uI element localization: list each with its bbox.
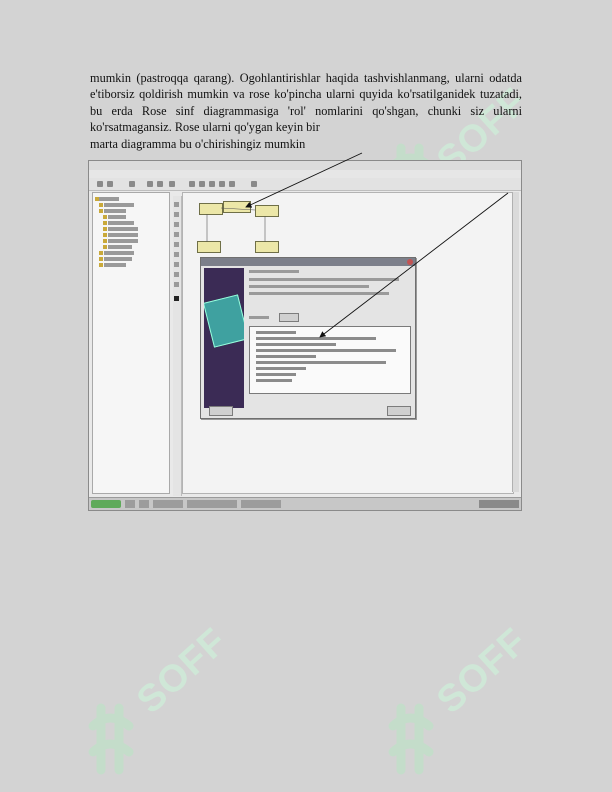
folder-icon — [103, 245, 107, 249]
dialog-small-button — [279, 313, 299, 322]
log-row — [256, 343, 336, 346]
dialog-finish-button — [387, 406, 411, 416]
log-row — [256, 379, 292, 382]
tool-icon — [174, 272, 179, 277]
body-paragraph: mumkin (pastroqqa qarang). Ogohlantirish… — [90, 70, 522, 152]
toolbar-button-icon — [169, 181, 175, 187]
folder-icon — [103, 221, 107, 225]
toolbar-button-icon — [209, 181, 215, 187]
folder-icon — [99, 203, 103, 207]
tree-row — [104, 251, 134, 255]
toolbar-button-icon — [147, 181, 153, 187]
tool-icon — [174, 282, 179, 287]
windows-taskbar — [89, 497, 521, 510]
toolbar-button-icon — [97, 181, 103, 187]
diagram-toolbox — [173, 196, 182, 496]
dialog-text-line — [249, 316, 269, 319]
tool-icon — [174, 232, 179, 237]
log-row — [256, 337, 376, 340]
log-row — [256, 349, 396, 352]
folder-icon — [103, 233, 107, 237]
dialog-log-list — [249, 326, 411, 394]
tool-icon — [174, 222, 179, 227]
tree-row — [104, 257, 132, 261]
dialog-text-line — [249, 285, 369, 288]
folder-icon — [99, 257, 103, 261]
folder-icon — [99, 263, 103, 267]
tool-icon — [174, 242, 179, 247]
toolbar-button-icon — [251, 181, 257, 187]
dialog-back-button — [209, 406, 233, 416]
tree-row — [104, 209, 126, 213]
tree-row — [108, 233, 138, 237]
tree-row — [108, 221, 134, 225]
log-row — [256, 331, 296, 334]
tree-row — [108, 227, 138, 231]
log-row — [256, 367, 306, 370]
app-toolbar — [89, 178, 521, 191]
taskbar-item — [153, 500, 183, 508]
association-lines — [206, 207, 266, 242]
close-icon — [407, 259, 413, 265]
tree-row — [108, 239, 138, 243]
toolbar-button-icon — [129, 181, 135, 187]
watermark-text: SOFF — [129, 620, 236, 722]
dialog-text-line — [249, 292, 389, 295]
toolbar-button-icon — [219, 181, 225, 187]
folder-icon — [99, 209, 103, 213]
log-row — [256, 373, 296, 376]
folder-icon — [103, 227, 107, 231]
system-tray — [479, 500, 519, 508]
toolbar-button-icon — [199, 181, 205, 187]
tree-row — [108, 245, 132, 249]
tool-icon — [174, 212, 179, 217]
taskbar-item — [241, 500, 281, 508]
tool-icon — [174, 202, 179, 207]
folder-icon — [103, 215, 107, 219]
document-page: SOFF SOFF SOFF SOFF SOFF mumkin (pastroq… — [0, 0, 612, 792]
log-row — [256, 361, 386, 364]
paragraph-line: mumkin (pastroqqa qarang). Ogohlantirish… — [90, 71, 456, 85]
dialog-text-line — [249, 270, 299, 273]
folder-icon — [99, 251, 103, 255]
log-row — [256, 355, 316, 358]
toolbar-button-icon — [157, 181, 163, 187]
dialog-text-line — [249, 278, 399, 281]
tree-row — [99, 197, 119, 201]
toolbar-button-icon — [229, 181, 235, 187]
watermark-logo-icon — [88, 703, 134, 775]
tool-icon — [174, 296, 179, 301]
toolbar-button-icon — [189, 181, 195, 187]
tool-icon — [174, 262, 179, 267]
vertical-scrollbar — [512, 192, 519, 492]
tree-row — [104, 263, 126, 267]
wizard-image — [204, 268, 244, 408]
model-browser-pane — [92, 192, 170, 494]
paragraph-line: marta diagramma bu o'chirishingiz mumkin — [90, 136, 306, 151]
tool-icon — [174, 252, 179, 257]
tree-row — [104, 203, 134, 207]
taskbar-item — [125, 500, 135, 508]
watermark-text: SOFF — [429, 620, 536, 722]
taskbar-item — [187, 500, 237, 508]
dialog-titlebar — [201, 258, 415, 266]
wizard-card-graphic — [204, 294, 244, 348]
taskbar-item — [139, 500, 149, 508]
embedded-screenshot — [88, 160, 522, 511]
watermark-logo-icon — [388, 703, 434, 775]
warning-dialog — [200, 257, 416, 419]
tree-row — [108, 215, 126, 219]
folder-icon — [103, 239, 107, 243]
start-button — [91, 500, 121, 508]
toolbar-button-icon — [107, 181, 113, 187]
